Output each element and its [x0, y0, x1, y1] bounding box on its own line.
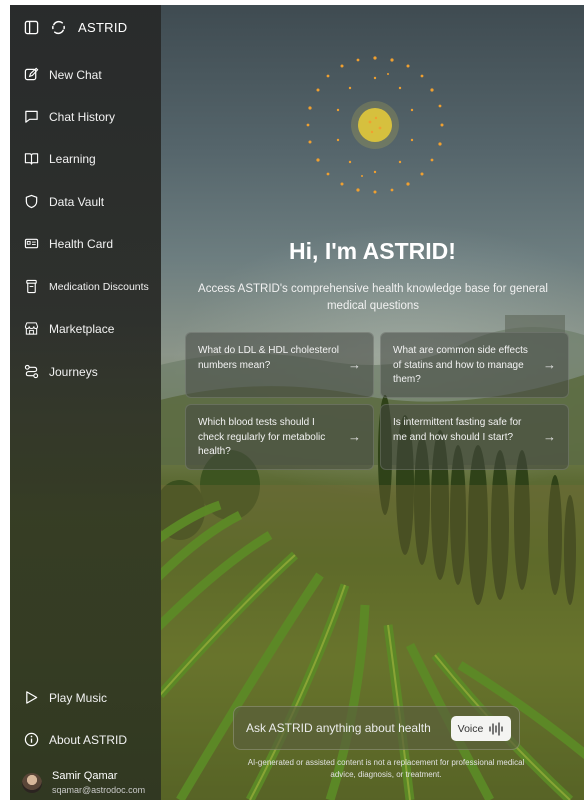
shield-icon — [24, 194, 39, 209]
id-card-icon — [24, 236, 39, 251]
astrid-logo-icon — [51, 20, 66, 35]
sidebar-item-chat-history[interactable]: Chat History — [24, 109, 115, 124]
play-icon — [24, 690, 39, 705]
arrow-right-icon: → — [348, 428, 361, 444]
disclaimer-text: AI-generated or assisted content is not … — [247, 758, 525, 779]
about-astrid-button[interactable]: About ASTRID — [24, 732, 127, 747]
sidebar-item-medication-discounts[interactable]: Medication Discounts — [24, 279, 149, 294]
sidebar-item-label: Health Card — [49, 236, 114, 251]
sidebar-header: ASTRID — [24, 20, 127, 35]
info-icon — [24, 732, 39, 747]
brand-name: ASTRID — [78, 20, 128, 35]
suggestion-card[interactable]: What do LDL & HDL cholesterol numbers me… — [185, 332, 374, 398]
route-icon — [24, 364, 39, 379]
about-astrid-label: About ASTRID — [49, 732, 128, 747]
sidebar-item-label: Chat History — [49, 109, 116, 124]
play-music-label: Play Music — [49, 690, 108, 705]
sidebar-item-health-card[interactable]: Health Card — [24, 236, 113, 251]
avatar — [22, 773, 42, 793]
suggestion-text: Is intermittent fasting safe for me and … — [393, 417, 522, 443]
suggestion-card[interactable]: Which blood tests should I check regular… — [185, 404, 374, 470]
sidebar-item-learning[interactable]: Learning — [24, 151, 96, 166]
sidebar-item-label: Medication Discounts — [49, 280, 149, 293]
suggestion-text: What are common side effects of statins … — [393, 345, 528, 385]
sidebar-item-label: Journeys — [49, 364, 98, 379]
user-profile[interactable]: Samir Qamar sqamar@astrodoc.com — [22, 769, 145, 797]
sidebar-item-new-chat[interactable]: New Chat — [24, 67, 102, 82]
suggestion-text: What do LDL & HDL cholesterol numbers me… — [198, 345, 339, 371]
sidebar-item-data-vault[interactable]: Data Vault — [24, 194, 104, 209]
vineyard-rows-image — [160, 485, 584, 800]
app-frame: ASTRID New Chat Chat History Learning Da… — [10, 5, 584, 800]
sidebar-item-label: Marketplace — [49, 321, 115, 336]
sidebar: ASTRID New Chat Chat History Learning Da… — [10, 5, 161, 800]
store-icon — [24, 321, 39, 336]
astrid-sun-logo — [306, 56, 444, 194]
sidebar-item-journeys[interactable]: Journeys — [24, 364, 98, 379]
voice-button[interactable]: Voice — [451, 716, 511, 741]
arrow-right-icon: → — [543, 428, 556, 444]
suggestion-card[interactable]: Is intermittent fasting safe for me and … — [380, 404, 569, 470]
sidebar-item-marketplace[interactable]: Marketplace — [24, 321, 114, 336]
chat-input-bar: Voice — [233, 706, 520, 750]
sidebar-toggle-icon[interactable] — [24, 20, 39, 35]
ask-input[interactable] — [246, 721, 436, 735]
play-music-button[interactable]: Play Music — [24, 690, 107, 705]
sidebar-item-label: Data Vault — [49, 194, 105, 209]
arrow-right-icon: → — [348, 356, 361, 372]
waveform-icon — [489, 721, 503, 736]
page-title: Hi, I'm ASTRID! — [289, 238, 456, 264]
sidebar-item-label: Learning — [49, 151, 96, 166]
user-name: Samir Qamar — [52, 770, 118, 782]
voice-label: Voice — [457, 722, 484, 735]
suggestion-text: Which blood tests should I check regular… — [198, 417, 326, 457]
pill-bottle-icon — [24, 279, 39, 294]
page-subtitle: Access ASTRID's comprehensive health kno… — [198, 283, 548, 312]
user-email: sqamar@astrodoc.com — [52, 785, 146, 795]
arrow-right-icon: → — [543, 356, 556, 372]
chat-bubble-icon — [24, 109, 39, 124]
suggestion-card[interactable]: What are common side effects of statins … — [380, 332, 569, 398]
edit-icon — [24, 67, 39, 82]
book-icon — [24, 151, 39, 166]
sidebar-item-label: New Chat — [49, 67, 102, 82]
